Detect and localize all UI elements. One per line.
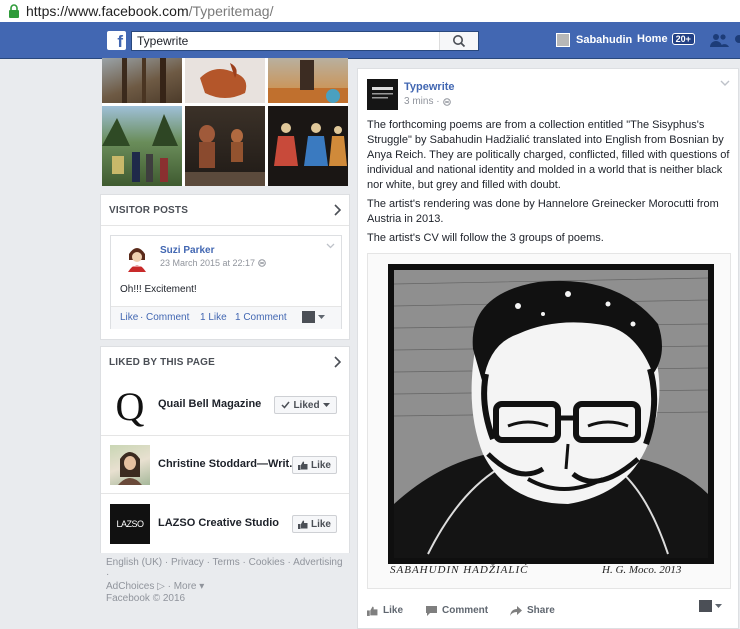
post-author-link[interactable]: Suzi Parker: [160, 245, 214, 256]
chevron-right-icon: [334, 204, 341, 216]
photo-thumbnail[interactable]: [102, 106, 182, 186]
post-timestamp[interactable]: 3 mins ·: [404, 96, 451, 107]
page-footer: English (UK) · Privacy · Terms · Cookies…: [106, 557, 346, 605]
chevron-down-icon[interactable]: [720, 80, 730, 87]
visitor-post: Suzi Parker 23 March 2015 at 22:17 Oh!!!…: [110, 235, 342, 329]
post-image[interactable]: SABAHUDIN HADŽIALIĆ H. G. Moco. 2013: [367, 253, 731, 589]
thumbs-up-icon: [297, 520, 308, 529]
lock-icon: [8, 4, 20, 18]
liked-button[interactable]: Liked: [274, 396, 337, 414]
photo-thumbnail[interactable]: [268, 58, 348, 103]
chevron-right-icon: [334, 356, 341, 368]
globe-icon: [442, 97, 451, 106]
post-text: Oh!!! Excitement!: [120, 284, 197, 295]
comment-link[interactable]: Comment: [146, 312, 189, 323]
search-icon: [453, 35, 466, 48]
friend-requests-icon[interactable]: [709, 33, 729, 47]
footer-copyright: Facebook © 2016: [106, 593, 186, 604]
main-post: Typewrite 3 mins · The forthcoming poems…: [357, 68, 739, 629]
browser-url-bar[interactable]: https://www.facebook.com/Typeritemag/: [0, 0, 740, 23]
like-link[interactable]: Like: [120, 312, 138, 323]
chevron-down-icon[interactable]: [326, 243, 335, 249]
photo-thumbnail[interactable]: [185, 58, 265, 103]
post-paragraph: The artist's rendering was done by Hanne…: [367, 198, 719, 225]
post-time: 3 mins ·: [404, 96, 440, 107]
liked-page-row[interactable]: Christine Stoddard—Writ... Like: [101, 435, 349, 494]
like-button-label: Like: [310, 459, 331, 471]
liked-page-row[interactable]: LAZSO LAZSO Creative Studio Like: [101, 493, 349, 553]
page-avatar[interactable]: [367, 79, 398, 110]
page-avatar-icon: [302, 311, 315, 323]
footer-links[interactable]: English (UK) · Privacy · Terms · Cookies…: [106, 557, 346, 581]
like-page-button[interactable]: Like: [292, 456, 337, 474]
like-action[interactable]: Like: [367, 605, 403, 616]
like-action-label: Like: [383, 605, 404, 616]
caret-down-icon: [715, 603, 722, 608]
photo-thumbnail[interactable]: [185, 106, 265, 186]
share-action[interactable]: Share: [510, 605, 555, 616]
share-action-label: Share: [527, 605, 555, 616]
post-timestamp[interactable]: 23 March 2015 at 22:17: [160, 258, 266, 268]
home-label: Home: [637, 33, 668, 45]
lazso-logo[interactable]: LAZSO: [110, 504, 150, 544]
profile-link[interactable]: Sabahudin: [556, 33, 632, 47]
likes-count-link[interactable]: 1 Like: [200, 312, 227, 323]
liked-page-name[interactable]: Quail Bell Magazine: [158, 398, 261, 410]
liked-page-name[interactable]: LAZSO Creative Studio: [158, 517, 279, 529]
separator-dot: ·: [140, 312, 144, 323]
artwork-signature: H. G. Moco. 2013: [602, 564, 682, 576]
avatar: [556, 33, 570, 47]
post-action-bar: Like · Comment 1 Like 1 Comment: [111, 306, 341, 329]
facebook-top-bar: f Sabahudin Home 20+: [0, 22, 740, 59]
like-button-label: Like: [310, 518, 331, 530]
footer-links-2[interactable]: AdChoices ▷ · More ▾: [106, 581, 346, 593]
quail-bell-logo[interactable]: Q: [110, 387, 150, 427]
liked-button-label: Liked: [293, 399, 320, 411]
visitor-posts-card: VISITOR POSTS Suzi Parker 23 March 2015 …: [100, 194, 350, 340]
caret-down-icon: [318, 314, 325, 319]
search-input[interactable]: [132, 32, 442, 50]
portrait-artwork: [388, 264, 714, 564]
like-page-button[interactable]: Like: [292, 515, 337, 533]
avatar[interactable]: [123, 244, 151, 272]
liked-page-name[interactable]: Christine Stoddard—Writ...: [158, 458, 298, 470]
share-icon: [510, 605, 522, 616]
search-box: [131, 31, 479, 51]
liked-page-thumbnail[interactable]: [110, 445, 150, 485]
facebook-logo-icon[interactable]: f: [107, 31, 126, 50]
home-link[interactable]: Home 20+: [637, 33, 695, 45]
comment-icon: [426, 605, 437, 616]
post-as-selector[interactable]: [302, 311, 325, 323]
liked-by-page-header[interactable]: LIKED BY THIS PAGE: [101, 347, 349, 378]
photo-grid: [102, 58, 348, 186]
artwork-caption: SABAHUDIN HADŽIALIĆ: [390, 564, 529, 576]
thumbs-up-icon: [367, 606, 378, 616]
comment-action[interactable]: Comment: [426, 605, 488, 616]
liked-by-page-card: LIKED BY THIS PAGE Q Quail Bell Magazine…: [100, 346, 350, 553]
post-paragraph: The forthcoming poems are from a collect…: [367, 119, 730, 191]
check-icon: [281, 401, 291, 409]
url-text: https://www.facebook.com/Typeritemag/: [26, 3, 274, 19]
post-time: 23 March 2015 at 22:17: [160, 258, 256, 268]
thumbs-up-icon: [297, 461, 308, 470]
liked-by-page-title: LIKED BY THIS PAGE: [109, 356, 216, 368]
page-avatar-icon: [699, 600, 712, 612]
comment-action-label: Comment: [442, 605, 489, 616]
liked-page-row[interactable]: Q Quail Bell Magazine Liked: [101, 377, 349, 435]
visitor-posts-header[interactable]: VISITOR POSTS: [101, 195, 349, 226]
photo-thumbnail[interactable]: [102, 58, 182, 103]
profile-name: Sabahudin: [576, 34, 633, 46]
post-as-selector[interactable]: [699, 600, 722, 612]
visitor-posts-title: VISITOR POSTS: [109, 204, 189, 216]
caret-down-icon: [322, 402, 330, 407]
comments-count-link[interactable]: 1 Comment: [235, 312, 287, 323]
messages-icon[interactable]: [733, 34, 740, 48]
search-button[interactable]: [439, 32, 478, 50]
photo-thumbnail[interactable]: [268, 106, 348, 186]
post-paragraph: The artist's CV will follow the 3 groups…: [367, 232, 604, 244]
globe-icon: [258, 259, 266, 267]
home-count-badge: 20+: [671, 33, 695, 45]
post-page-name[interactable]: Typewrite: [404, 81, 455, 93]
